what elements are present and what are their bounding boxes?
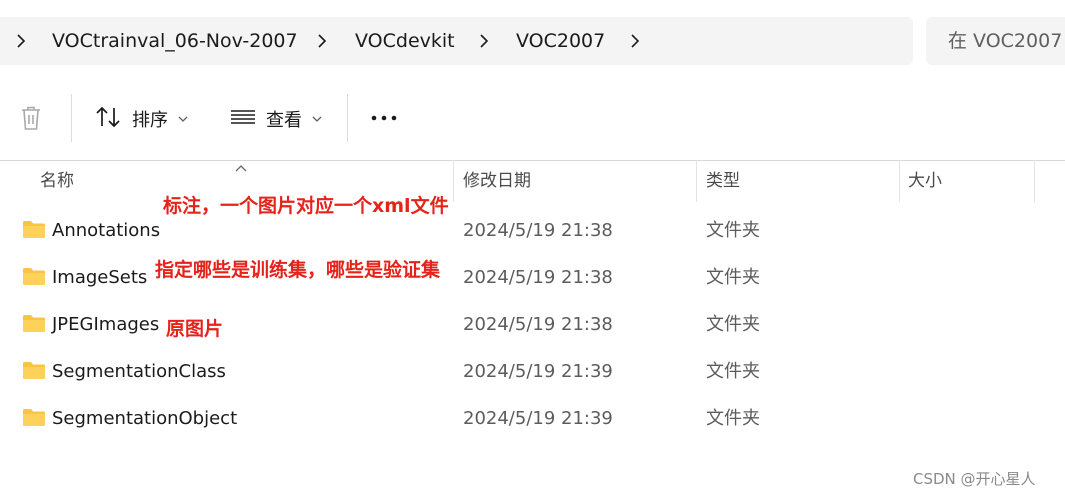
sort-chevron-up-icon	[234, 157, 248, 176]
column-header: 名称 修改日期 类型 大小	[0, 160, 1065, 202]
file-name: SegmentationObject	[52, 408, 238, 429]
file-row[interactable]: SegmentationClass 2024/5/19 21:39 文件夹	[0, 348, 1065, 395]
chevron-right-icon[interactable]	[475, 29, 493, 53]
file-row[interactable]: JPEGImages 2024/5/19 21:38 文件夹	[0, 301, 1065, 348]
file-type: 文件夹	[706, 267, 760, 288]
view-button[interactable]: 查看	[230, 105, 322, 133]
view-list-icon	[230, 105, 256, 133]
chevron-right-icon[interactable]	[313, 29, 331, 53]
column-header-type[interactable]: 类型	[706, 160, 740, 202]
chevron-right-icon[interactable]	[12, 29, 30, 53]
annotation-note-jpegimages: 原图片	[166, 318, 224, 340]
file-name: Annotations	[52, 220, 161, 241]
file-row[interactable]: SegmentationObject 2024/5/19 21:39 文件夹	[0, 395, 1065, 442]
more-button[interactable]	[368, 106, 400, 134]
annotation-note-imagesets: 指定哪些是训练集，哪些是验证集	[155, 259, 441, 281]
file-date: 2024/5/19 21:39	[463, 408, 613, 429]
breadcrumb[interactable]: VOCtrainval_06-Nov-2007 VOCdevkit VOC200…	[0, 17, 913, 65]
column-divider[interactable]	[899, 160, 900, 202]
toolbar-divider	[347, 94, 348, 142]
search-placeholder: 在 VOC2007	[948, 30, 1063, 52]
file-date: 2024/5/19 21:38	[463, 314, 613, 335]
folder-icon	[22, 360, 46, 384]
watermark: CSDN @开心星人	[913, 470, 1036, 488]
file-type: 文件夹	[706, 314, 760, 335]
delete-button[interactable]	[18, 104, 44, 136]
file-name: ImageSets	[52, 267, 148, 288]
column-header-size[interactable]: 大小	[908, 160, 942, 202]
more-icon	[368, 106, 400, 134]
file-name: JPEGImages	[52, 314, 160, 335]
chevron-down-icon	[178, 116, 188, 123]
chevron-down-icon	[312, 116, 322, 123]
command-bar: 排序 查看	[0, 80, 1065, 161]
folder-icon	[22, 313, 46, 337]
breadcrumb-item-voc2007[interactable]: VOC2007	[516, 29, 605, 53]
file-date: 2024/5/19 21:39	[463, 361, 613, 382]
breadcrumb-item-voctrainval[interactable]: VOCtrainval_06-Nov-2007	[52, 29, 298, 53]
column-header-date[interactable]: 修改日期	[463, 160, 531, 202]
column-header-name[interactable]: 名称	[40, 160, 74, 202]
annotation-note-annotations: 标注，一个图片对应一个xml文件	[163, 195, 449, 217]
view-label: 查看	[266, 110, 302, 131]
toolbar-divider	[71, 94, 72, 142]
sort-button[interactable]: 排序	[94, 105, 188, 133]
sort-label: 排序	[132, 110, 168, 131]
column-divider[interactable]	[453, 160, 454, 202]
file-type: 文件夹	[706, 361, 760, 382]
file-name: SegmentationClass	[52, 361, 226, 382]
file-row[interactable]: Annotations 2024/5/19 21:38 文件夹	[0, 207, 1065, 254]
breadcrumb-item-vocdevkit[interactable]: VOCdevkit	[355, 29, 455, 53]
file-type: 文件夹	[706, 220, 760, 241]
column-divider[interactable]	[696, 160, 697, 202]
column-divider[interactable]	[1034, 160, 1035, 202]
sort-icon	[94, 105, 122, 133]
trash-icon	[18, 104, 44, 136]
file-type: 文件夹	[706, 408, 760, 429]
folder-icon	[22, 219, 46, 243]
file-date: 2024/5/19 21:38	[463, 267, 613, 288]
folder-icon	[22, 266, 46, 290]
search-input[interactable]: 在 VOC2007	[926, 17, 1065, 65]
folder-icon	[22, 407, 46, 431]
address-bar: VOCtrainval_06-Nov-2007 VOCdevkit VOC200…	[0, 0, 1065, 80]
chevron-right-icon[interactable]	[626, 29, 644, 53]
file-date: 2024/5/19 21:38	[463, 220, 613, 241]
